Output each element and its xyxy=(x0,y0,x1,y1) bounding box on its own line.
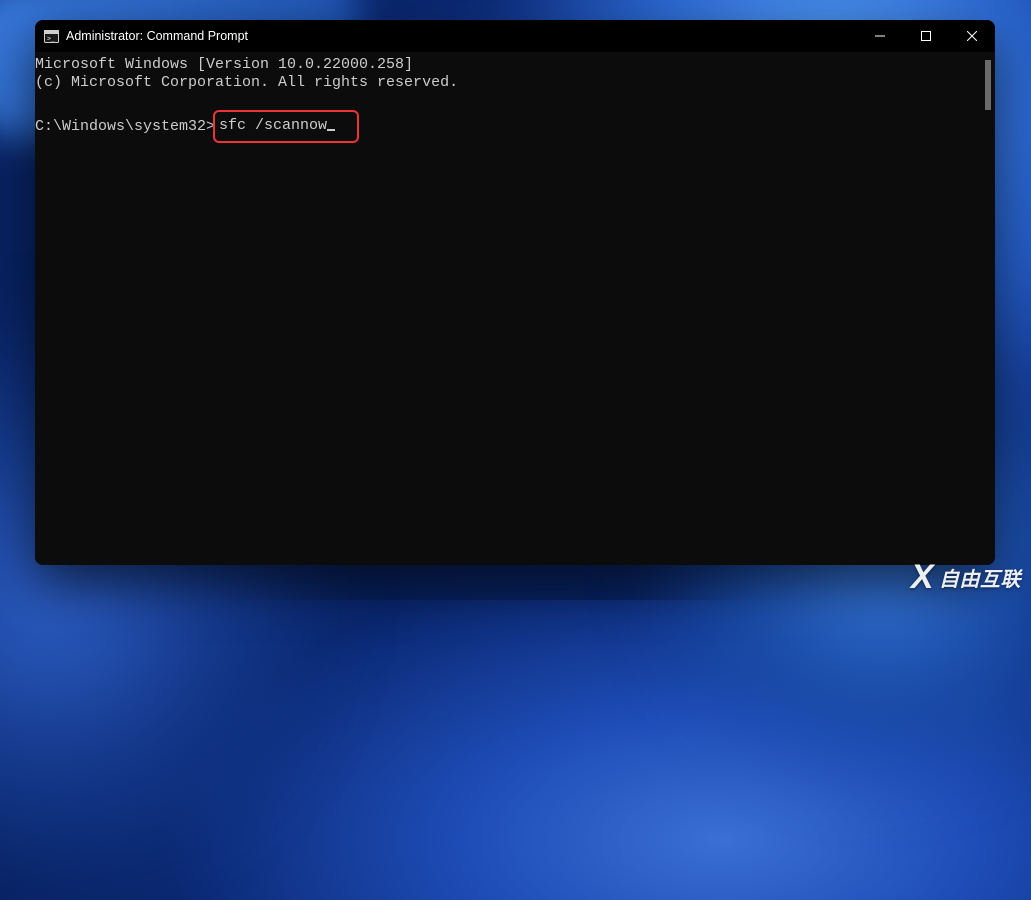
terminal-prompt-line: C:\Windows\system32>sfc /scannow xyxy=(35,110,995,143)
command-prompt-window: >_ Administrator: Command Prompt xyxy=(35,20,995,565)
command-highlight: sfc /scannow xyxy=(213,110,359,143)
titlebar[interactable]: >_ Administrator: Command Prompt xyxy=(35,20,995,52)
terminal-blank-line xyxy=(35,92,995,110)
terminal-line-copyright: (c) Microsoft Corporation. All rights re… xyxy=(35,74,995,92)
watermark-text: 自由互联 xyxy=(939,563,1021,592)
terminal-line-version: Microsoft Windows [Version 10.0.22000.25… xyxy=(35,56,995,74)
scrollbar-thumb[interactable] xyxy=(985,60,991,110)
svg-text:>_: >_ xyxy=(47,35,55,42)
terminal-prompt: C:\Windows\system32> xyxy=(35,118,215,136)
watermark: X 自由互联 xyxy=(911,560,1021,594)
command-prompt-icon: >_ xyxy=(43,28,59,44)
close-button[interactable] xyxy=(949,20,995,52)
minimize-button[interactable] xyxy=(857,20,903,52)
maximize-button[interactable] xyxy=(903,20,949,52)
terminal-output[interactable]: Microsoft Windows [Version 10.0.22000.25… xyxy=(35,52,995,565)
window-controls xyxy=(857,20,995,52)
window-title: Administrator: Command Prompt xyxy=(66,29,248,43)
terminal-command: sfc /scannow xyxy=(219,117,327,134)
terminal-cursor xyxy=(327,118,335,131)
watermark-x-icon: X xyxy=(911,560,934,594)
